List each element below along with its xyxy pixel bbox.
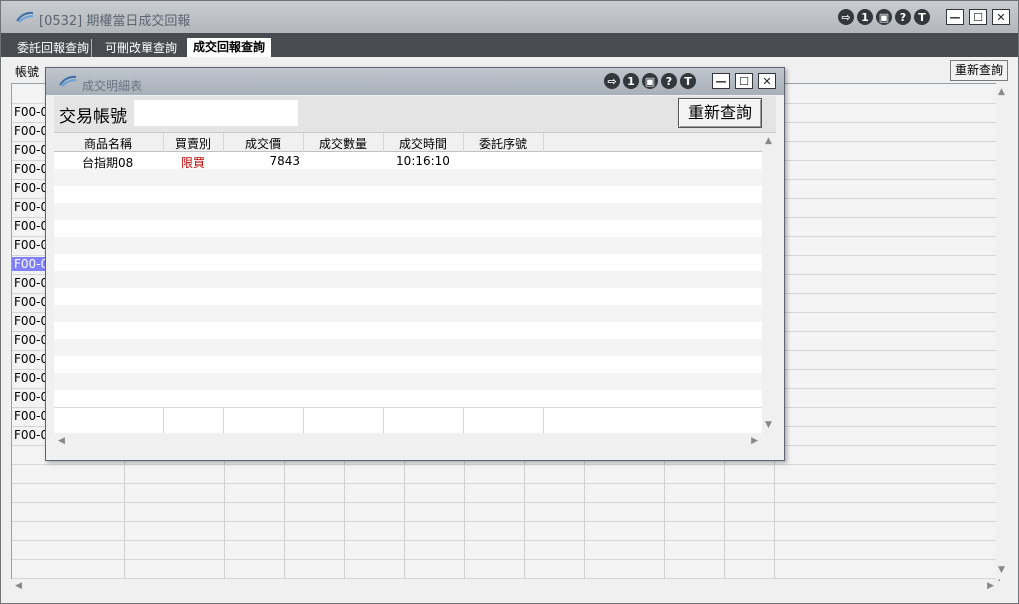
table-row[interactable] xyxy=(12,559,999,579)
title-toolbar: ⇨ 1 ▣ ? T — ☐ ✕ xyxy=(838,9,1010,25)
account-area: 交易帳號 重新查詢 xyxy=(54,96,776,133)
window-title: [0532] 期權當日成交回報 xyxy=(39,14,191,29)
col-header-price[interactable]: 成交價 xyxy=(224,135,302,152)
account-cell: F00-0 xyxy=(14,219,49,233)
table-row[interactable] xyxy=(54,169,762,187)
printer-icon[interactable]: ▣ xyxy=(642,73,658,89)
one-icon[interactable]: 1 xyxy=(857,9,873,25)
trade-detail-dialog: 成交明細表 ⇨ 1 ▣ ? T — ☐ ✕ 交易帳號 重新查詢 商品名稱 買賣別… xyxy=(45,67,785,461)
scroll-up-icon[interactable]: ▲ xyxy=(998,87,1005,97)
close-button[interactable]: ✕ xyxy=(992,9,1010,25)
table-row[interactable] xyxy=(54,356,762,374)
account-cell: F00-0 xyxy=(14,143,49,157)
account-cell: F00-0 xyxy=(14,390,49,404)
account-cell: F00-0 xyxy=(14,238,49,252)
account-cell: F00-0 xyxy=(14,200,49,214)
account-cell: F00-0 xyxy=(14,181,49,195)
table-row[interactable] xyxy=(54,373,762,391)
cell-price: 7843 xyxy=(269,154,300,168)
table-row[interactable] xyxy=(54,271,762,289)
col-header-product[interactable]: 商品名稱 xyxy=(54,135,162,152)
scroll-left-icon[interactable]: ◀ xyxy=(15,581,22,591)
dialog-requery-button[interactable]: 重新查詢 xyxy=(678,98,762,128)
table-row[interactable] xyxy=(12,540,999,560)
table-row[interactable] xyxy=(12,521,999,541)
col-header-order-no[interactable]: 委託序號 xyxy=(464,135,542,152)
trade-account-input[interactable] xyxy=(134,100,298,126)
trade-detail-grid[interactable]: 商品名稱 買賣別 成交價 成交數量 成交時間 委託序號 台指期08 限買 7843 1… xyxy=(54,133,762,433)
scroll-right-icon[interactable]: ▶ xyxy=(987,581,994,591)
account-cell: F00-0 xyxy=(14,124,49,138)
account-cell: F00-0 xyxy=(14,371,49,385)
dialog-title: 成交明細表 xyxy=(82,79,143,93)
dialog-title-toolbar: ⇨ 1 ▣ ? T — ☐ ✕ xyxy=(604,73,776,89)
account-cell: F00-0 xyxy=(14,409,49,423)
grid-header: 商品名稱 買賣別 成交價 成交數量 成交時間 委託序號 xyxy=(54,133,762,152)
scroll-left-icon[interactable]: ◀ xyxy=(58,436,65,446)
exit-icon[interactable]: ⇨ xyxy=(838,9,854,25)
tab-bar: 委託回報查詢 可刪改單查詢 成交回報查詢 xyxy=(1,33,1018,57)
table-row[interactable] xyxy=(54,220,762,238)
scroll-down-icon[interactable]: ▼ xyxy=(765,420,772,430)
col-header-side[interactable]: 買賣別 xyxy=(164,135,222,152)
help-icon[interactable]: ? xyxy=(895,9,911,25)
table-row[interactable] xyxy=(54,390,762,408)
minimize-button[interactable]: — xyxy=(946,9,964,25)
text-icon[interactable]: T xyxy=(914,9,930,25)
trade-account-label: 交易帳號 xyxy=(59,107,127,127)
account-cell: F00-0 xyxy=(14,352,49,366)
account-cell: F00-0 xyxy=(14,105,49,119)
printer-icon[interactable]: ▣ xyxy=(876,9,892,25)
dialog-close-button[interactable]: ✕ xyxy=(758,73,776,89)
table-row[interactable] xyxy=(54,339,762,357)
table-row[interactable] xyxy=(54,237,762,255)
account-label: 帳號 xyxy=(15,65,40,79)
table-row[interactable] xyxy=(12,483,999,503)
cell-time: 10:16:10 xyxy=(396,154,450,168)
account-cell: F00-0 xyxy=(14,428,49,442)
table-row[interactable]: 台指期08 限買 7843 10:16:10 xyxy=(54,152,762,170)
dialog-horizontal-scrollbar[interactable]: ◀ ▶ xyxy=(54,434,762,448)
col-header-qty[interactable]: 成交數量 xyxy=(304,135,382,152)
title-bar[interactable]: [0532] 期權當日成交回報 ⇨ 1 ▣ ? T — ☐ ✕ xyxy=(1,1,1018,33)
tab-order-report[interactable]: 委託回報查詢 xyxy=(15,39,93,57)
dialog-vertical-scrollbar[interactable]: ▲ ▼ xyxy=(762,133,776,433)
account-cell: F00-0 xyxy=(14,162,49,176)
scroll-down-icon[interactable]: ▼ xyxy=(998,565,1005,575)
table-row[interactable] xyxy=(54,305,762,323)
scroll-up-icon[interactable]: ▲ xyxy=(765,136,772,146)
dialog-logo-icon xyxy=(59,75,77,87)
dialog-title-bar[interactable]: 成交明細表 ⇨ 1 ▣ ? T — ☐ ✕ xyxy=(46,68,784,95)
table-row[interactable] xyxy=(54,186,762,204)
account-cell: F00-0 xyxy=(14,295,49,309)
tab-cancel-modify[interactable]: 可刪改單查詢 xyxy=(103,39,179,57)
account-cell: F00-0 xyxy=(14,276,49,290)
table-row[interactable] xyxy=(54,254,762,272)
main-vertical-scrollbar[interactable]: ▲ ▼ xyxy=(996,83,1008,579)
table-row[interactable] xyxy=(12,502,999,522)
dialog-maximize-button[interactable]: ☐ xyxy=(735,73,753,89)
help-icon[interactable]: ? xyxy=(661,73,677,89)
col-header-time[interactable]: 成交時間 xyxy=(384,135,462,152)
table-row[interactable] xyxy=(12,464,999,484)
app-logo-icon xyxy=(16,11,34,23)
one-icon[interactable]: 1 xyxy=(623,73,639,89)
requery-button[interactable]: 重新查詢 xyxy=(949,60,1008,81)
account-cell: F00-0 xyxy=(14,314,49,328)
tab-trade-report[interactable]: 成交回報查詢 xyxy=(187,38,272,57)
main-window: [0532] 期權當日成交回報 ⇨ 1 ▣ ? T — ☐ ✕ 委託回報查詢 可… xyxy=(0,0,1019,604)
text-icon[interactable]: T xyxy=(680,73,696,89)
dialog-body: 交易帳號 重新查詢 商品名稱 買賣別 成交價 成交數量 成交時間 委託序號 台指… xyxy=(54,96,776,452)
table-row[interactable] xyxy=(54,322,762,340)
exit-icon[interactable]: ⇨ xyxy=(604,73,620,89)
scroll-right-icon[interactable]: ▶ xyxy=(751,436,758,446)
table-row[interactable] xyxy=(54,288,762,306)
table-row[interactable] xyxy=(54,203,762,221)
dialog-minimize-button[interactable]: — xyxy=(712,73,730,89)
main-horizontal-scrollbar[interactable]: ◀ ▶ xyxy=(11,579,998,593)
maximize-button[interactable]: ☐ xyxy=(969,9,987,25)
account-cell: F00-0 xyxy=(14,333,49,347)
